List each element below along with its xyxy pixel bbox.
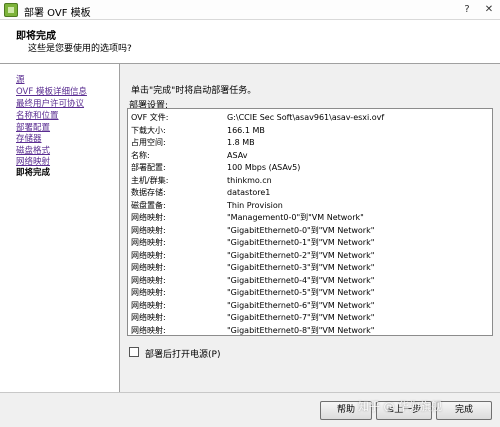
vsphere-app-icon: [4, 3, 18, 17]
setting-value: "GigabitEthernet0-5"到"VM Network": [227, 288, 375, 297]
setting-value: "Management0-0"到"VM Network": [227, 213, 364, 222]
setting-key: 部署配置:: [131, 163, 166, 172]
sidebar-item-ready-to-complete: 即将完成: [16, 168, 51, 178]
settings-row: 数据存储: datastore1: [131, 187, 489, 199]
setting-key: 下载大小:: [131, 125, 166, 135]
page-subtitle: 这些是您要使用的选项吗?: [28, 44, 132, 54]
setting-value: 100 Mbps (ASAv5): [227, 163, 301, 172]
setting-value: "GigabitEthernet0-4"到"VM Network": [227, 275, 375, 285]
settings-row: 网络映射: "GigabitEthernet0-3"到"VM Network": [131, 262, 489, 274]
power-on-label[interactable]: 部署后打开电源(P): [145, 347, 220, 360]
settings-row: 主机/群集: thinkmo.cn: [131, 175, 489, 187]
setting-value: 1.8 MB: [227, 138, 255, 147]
setting-value: "GigabitEthernet0-1"到"VM Network": [227, 238, 375, 247]
setting-key: 网络映射:: [131, 250, 166, 260]
setting-key: 网络映射:: [131, 288, 166, 297]
setting-key: OVF 文件:: [131, 113, 169, 122]
setting-value: ASAv: [227, 150, 248, 160]
setting-key: 网络映射:: [131, 263, 166, 272]
wizard-footer: 帮助 ≤上一步 完成 知乎 @ 华为旗舰: [0, 392, 500, 427]
settings-row: 网络映射: "GigabitEthernet0-2"到"VM Network": [131, 250, 489, 262]
setting-value: "GigabitEthernet0-3"到"VM Network": [227, 263, 375, 272]
setting-key: 网络映射:: [131, 213, 166, 222]
sidebar-item-ovf-details[interactable]: OVF 模板详细信息: [16, 85, 87, 97]
title-bar: 部署 OVF 模板 ? ✕: [0, 0, 500, 20]
settings-row: 网络映射: "Management0-0"到"VM Network": [131, 212, 489, 224]
settings-row: 网络映射: "GigabitEthernet0-1"到"VM Network": [131, 237, 489, 249]
settings-row: 占用空间: 1.8 MB: [131, 137, 489, 149]
settings-row: 网络映射: "GigabitEthernet0-7"到"VM Network": [131, 312, 489, 324]
setting-key: 主机/群集:: [131, 175, 169, 185]
setting-key: 磁盘置备:: [131, 200, 166, 210]
setting-value: G:\CCIE Sec Soft\asav961\asav-esxi.ovf: [227, 113, 385, 122]
setting-key: 网络映射:: [131, 225, 166, 235]
window-title: 部署 OVF 模板: [24, 8, 91, 19]
page-title: 即将完成: [16, 31, 56, 42]
help-icon[interactable]: ?: [458, 2, 476, 17]
setting-key: 网络映射:: [131, 325, 166, 335]
settings-row: 网络映射: "GigabitEthernet0-0"到"VM Network": [131, 225, 489, 237]
watermark: 知乎 @ 华为旗舰: [358, 400, 442, 413]
setting-key: 网络映射:: [131, 300, 166, 310]
main-content: 单击"完成"时将启动部署任务。 部署设置: OVF 文件: G:\CCIE Sec…: [121, 64, 500, 404]
sidebar-item-source[interactable]: 源: [16, 73, 25, 85]
setting-value: 166.1 MB: [227, 125, 265, 135]
settings-row: 部署配置: 100 Mbps (ASAv5): [131, 162, 489, 174]
setting-key: 数据存储:: [131, 188, 166, 197]
settings-row: 名称: ASAv: [131, 150, 489, 162]
setting-key: 名称:: [131, 150, 150, 160]
setting-value: "GigabitEthernet0-6"到"VM Network": [227, 300, 375, 310]
settings-row: 网络映射: "GigabitEthernet0-6"到"VM Network": [131, 300, 489, 312]
setting-value: "GigabitEthernet0-2"到"VM Network": [227, 250, 375, 260]
setting-key: 占用空间:: [131, 138, 166, 147]
instruction-text: 单击"完成"时将启动部署任务。: [131, 86, 257, 96]
settings-row: 网络映射: "GigabitEthernet0-5"到"VM Network": [131, 287, 489, 299]
finish-button[interactable]: 完成: [436, 401, 492, 420]
close-icon[interactable]: ✕: [480, 2, 498, 17]
sidebar-item-eula[interactable]: 最终用户许可协议: [16, 97, 84, 109]
setting-value: "GigabitEthernet0-0"到"VM Network": [227, 225, 375, 235]
setting-value: thinkmo.cn: [227, 175, 272, 185]
setting-key: 网络映射:: [131, 313, 166, 322]
setting-value: "GigabitEthernet0-8"到"VM Network": [227, 325, 375, 335]
setting-value: "GigabitEthernet0-7"到"VM Network": [227, 313, 375, 322]
setting-value: Thin Provision: [227, 200, 283, 210]
settings-row: 磁盘置备: Thin Provision: [131, 200, 489, 212]
settings-row: OVF 文件: G:\CCIE Sec Soft\asav961\asav-esx…: [131, 112, 489, 124]
wizard-steps-sidebar: 源 OVF 模板详细信息 最终用户许可协议 名称和位置 部署配置 存储器 磁盘格…: [0, 64, 120, 404]
setting-key: 网络映射:: [131, 275, 166, 285]
power-on-checkbox[interactable]: [129, 347, 139, 357]
sidebar-item-storage[interactable]: 存储器: [16, 132, 42, 144]
settings-row: 下载大小: 166.1 MB: [131, 125, 489, 137]
settings-row: 网络映射: "GigabitEthernet0-8"到"VM Network": [131, 325, 489, 336]
settings-list[interactable]: OVF 文件: G:\CCIE Sec Soft\asav961\asav-esx…: [127, 108, 493, 336]
setting-value: datastore1: [227, 188, 271, 197]
setting-key: 网络映射:: [131, 238, 166, 247]
settings-row: 网络映射: "GigabitEthernet0-4"到"VM Network": [131, 275, 489, 287]
wizard-header: 即将完成 这些是您要使用的选项吗?: [0, 20, 500, 64]
sidebar-item-name-location[interactable]: 名称和位置: [16, 109, 59, 121]
